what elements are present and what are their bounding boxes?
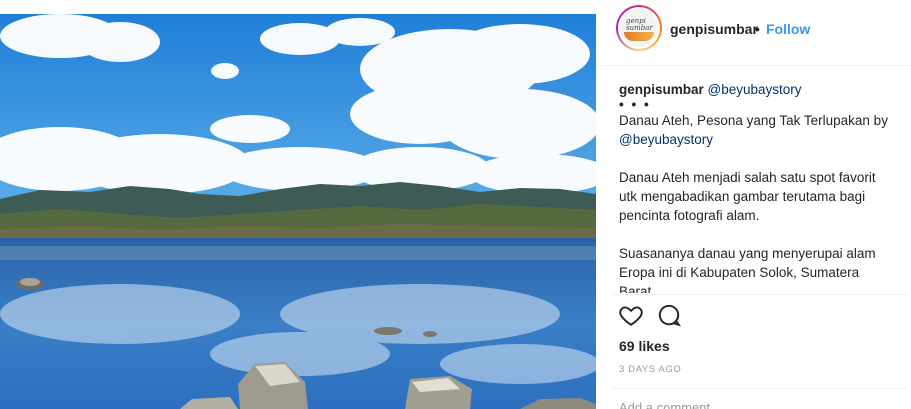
post-caption: genpisumbar @beyubaystory • • • Danau At…	[619, 80, 895, 293]
divider	[612, 388, 907, 389]
avatar-logo: genpi sumbar	[620, 9, 658, 47]
avatar-logo-wave	[624, 32, 654, 41]
caption-username[interactable]: genpisumbar	[619, 82, 704, 97]
heart-icon[interactable]	[618, 302, 646, 330]
avatar[interactable]: genpi sumbar	[616, 5, 662, 51]
author-username[interactable]: genpisumbar	[670, 21, 758, 37]
post-sidebar: genpi sumbar genpisumbar • Follow genpis…	[596, 0, 911, 409]
avatar-image: genpi sumbar	[618, 7, 660, 49]
post-header: genpi sumbar genpisumbar • Follow	[596, 0, 911, 66]
divider	[612, 294, 907, 295]
caption-title: Danau Ateh, Pesona yang Tak Terlupakan b…	[619, 111, 895, 149]
more-ellipsis[interactable]: • • •	[619, 98, 895, 112]
lake-landscape-image	[0, 14, 596, 409]
caption-paragraph-2: Suasananya danau yang menyerupai alam Er…	[619, 246, 876, 293]
comment-input[interactable]: Add a comment...	[619, 400, 721, 409]
caption-mention-top[interactable]: @beyubaystory	[708, 82, 802, 97]
follow-button[interactable]: Follow	[766, 21, 810, 37]
comment-bubble-icon[interactable]	[656, 302, 684, 330]
post-timestamp: 3 DAYS AGO	[619, 364, 682, 375]
caption-title-text: Danau Ateh, Pesona yang Tak Terlupakan b…	[619, 113, 888, 128]
caption-title-mention[interactable]: @beyubaystory	[619, 132, 713, 147]
avatar-logo-text: genpi sumbar	[626, 17, 653, 32]
separator-dot: •	[755, 21, 760, 37]
post-photo[interactable]	[0, 14, 596, 409]
caption-header: genpisumbar @beyubaystory	[619, 80, 895, 99]
caption-paragraph-1: Danau Ateh menjadi salah satu spot favor…	[619, 170, 876, 223]
like-count[interactable]: 69 likes	[619, 338, 670, 354]
